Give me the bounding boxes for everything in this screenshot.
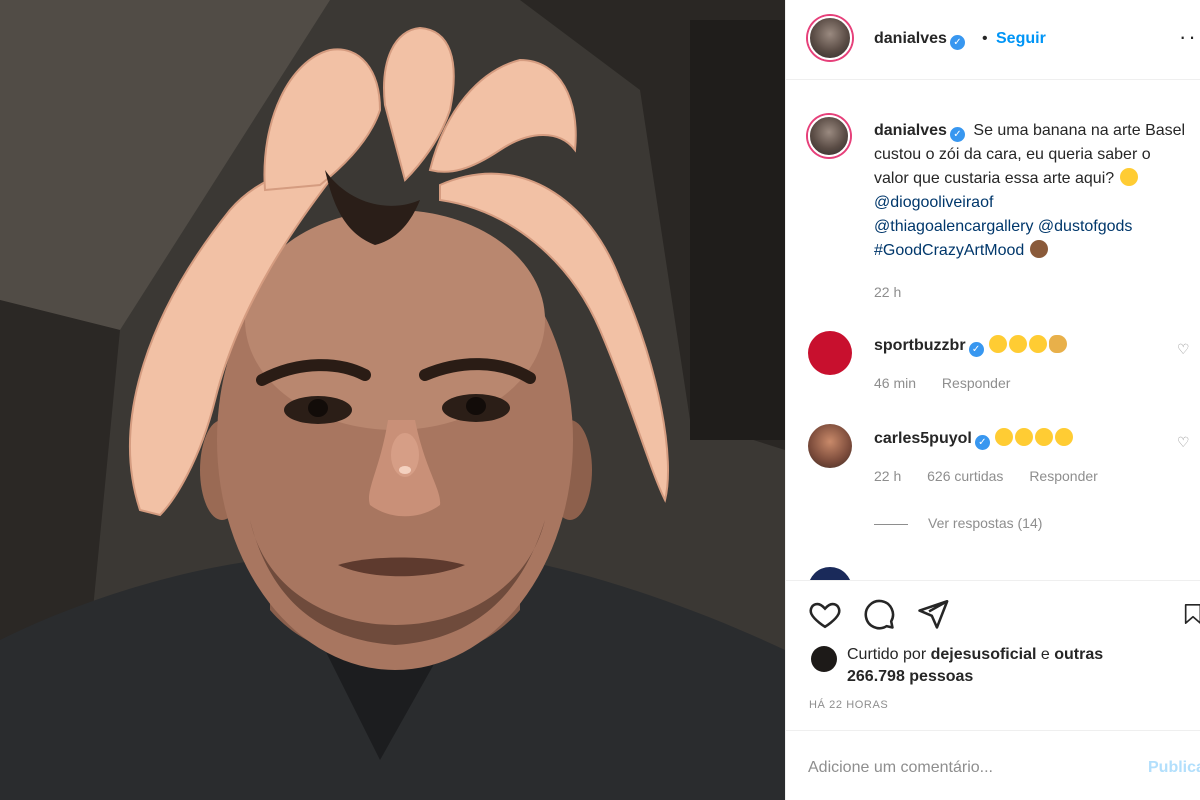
- mention-link[interactable]: @dustofgods: [1038, 218, 1133, 235]
- comment-line: carles5puyol ✓: [874, 428, 1074, 450]
- author-username-text[interactable]: danialves: [874, 30, 947, 47]
- winking-face-emoji-icon: [1119, 168, 1138, 186]
- comments-section[interactable]: danialves ✓ Se uma banana na arte Basel c…: [786, 81, 1200, 580]
- replies-line-divider: [874, 523, 908, 525]
- rofl-emoji-icon: [989, 335, 1007, 353]
- comment-bubble-icon[interactable]: [862, 597, 896, 631]
- comment-time[interactable]: 22 h: [874, 468, 901, 484]
- commenter-avatar[interactable]: [808, 424, 852, 468]
- mention-link[interactable]: @thiagoalencargallery: [874, 218, 1033, 235]
- comment-time[interactable]: 46 min: [874, 375, 916, 391]
- post-photo-illustration: [0, 0, 785, 800]
- likes-connector: e: [1040, 646, 1050, 663]
- liker-username[interactable]: dejesusoficial: [931, 646, 1037, 663]
- likes-prefix: Curtido por: [847, 646, 927, 663]
- add-comment-bar: Publicar: [786, 730, 1200, 800]
- caption-author-avatar[interactable]: [808, 115, 850, 157]
- reply-button[interactable]: Responder: [942, 375, 1011, 391]
- caption-username[interactable]: danialves ✓: [874, 122, 965, 142]
- author-username[interactable]: danialves ✓: [874, 30, 965, 50]
- comment-line: sportbuzzbr ✓: [874, 335, 1068, 357]
- rofl-emoji-icon: [1029, 335, 1047, 353]
- rofl-emoji-icon: [1055, 428, 1074, 446]
- author-avatar[interactable]: [808, 16, 852, 60]
- post-actions: Curtido por dejesusoficial e outras 266.…: [786, 580, 1200, 730]
- verified-badge-icon: ✓: [949, 35, 965, 50]
- comment-item: sportbuzzbr ✓ 46 min Responder ♡: [786, 331, 1200, 411]
- caption-username-text[interactable]: danialves: [874, 122, 947, 139]
- commenter-username-text[interactable]: carles5puyol: [874, 430, 972, 447]
- post-caption: danialves ✓ Se uma banana na arte Basel c…: [874, 119, 1189, 263]
- verified-badge-icon: ✓: [949, 127, 965, 142]
- comment-likes-count[interactable]: 626 curtidas: [927, 468, 1003, 484]
- hashtag-link[interactable]: #GoodCrazyArtMood: [874, 242, 1024, 259]
- comment-item: carles5puyol ✓ 22 h 626 curtidas Responde…: [786, 424, 1200, 504]
- verified-badge-icon: ✓: [974, 435, 990, 450]
- view-replies-label[interactable]: Ver respostas (14): [928, 515, 1042, 531]
- commenter-avatar[interactable]: [808, 331, 852, 375]
- post-side-panel: danialves✓ • Seguir ··· danialves✓ Se um…: [785, 0, 1200, 800]
- commenter-avatar[interactable]: [808, 567, 852, 580]
- rofl-emoji-icon: [1035, 428, 1054, 446]
- comment-meta: 46 min Responder: [874, 375, 1032, 391]
- like-heart-icon[interactable]: [808, 597, 842, 631]
- see-no-evil-monkey-emoji-icon: [1029, 240, 1048, 258]
- rofl-emoji-icon: [1015, 428, 1034, 446]
- post-timestamp[interactable]: HÁ 22 HORAS: [809, 699, 888, 711]
- mention-link[interactable]: @diogooliveiraof: [874, 194, 993, 211]
- publish-button[interactable]: Publicar: [1148, 759, 1200, 777]
- share-paper-plane-icon[interactable]: [916, 597, 950, 631]
- clapping-hands-emoji-icon: [1049, 335, 1067, 353]
- rofl-emoji-icon: [995, 428, 1014, 446]
- likes-summary: Curtido por dejesusoficial e outras 266.…: [847, 644, 1137, 688]
- commenter-username-text[interactable]: sportbuzzbr: [874, 337, 966, 354]
- header-separator: •: [982, 30, 988, 47]
- reply-button[interactable]: Responder: [1029, 468, 1098, 484]
- view-replies-button[interactable]: Ver respostas (14): [874, 515, 1042, 531]
- verified-badge-icon: ✓: [968, 342, 984, 357]
- more-options-icon[interactable]: ···: [1179, 24, 1200, 50]
- follow-button[interactable]: Seguir: [996, 30, 1046, 48]
- commenter-username[interactable]: carles5puyol ✓: [874, 430, 990, 450]
- liker-avatar[interactable]: [811, 646, 837, 672]
- rofl-emoji-icon: [1009, 335, 1027, 353]
- save-bookmark-icon[interactable]: [1182, 597, 1200, 631]
- post-header: danialves✓ • Seguir ···: [786, 0, 1200, 80]
- commenter-username[interactable]: sportbuzzbr ✓: [874, 337, 984, 357]
- comment-meta: 22 h 626 curtidas Responder: [874, 468, 1120, 484]
- post-photo[interactable]: [0, 0, 785, 800]
- comment-like-heart-icon[interactable]: ♡: [1177, 341, 1193, 357]
- comment-like-heart-icon[interactable]: ♡: [1177, 434, 1193, 450]
- caption-time[interactable]: 22 h: [874, 284, 901, 300]
- comment-input[interactable]: [808, 753, 1108, 783]
